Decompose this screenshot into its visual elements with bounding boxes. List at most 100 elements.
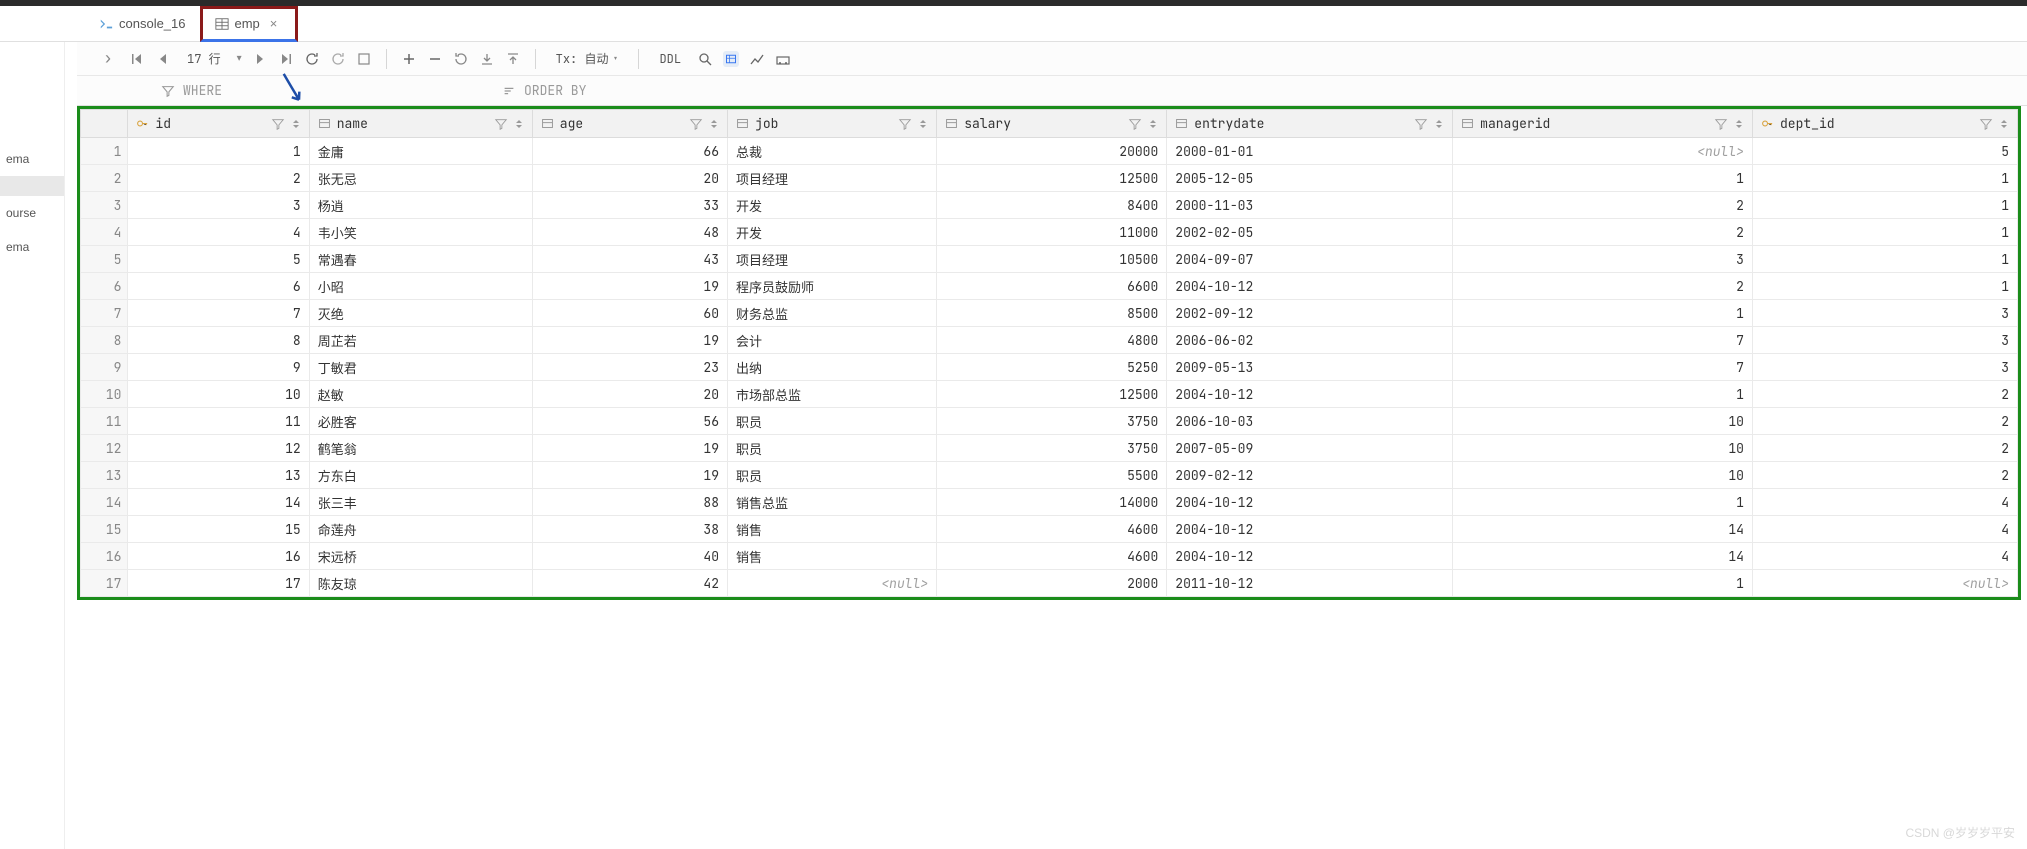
cell-managerid[interactable]: 14 (1453, 516, 1753, 543)
sidebar-item[interactable] (0, 176, 64, 196)
cell-dept_id[interactable]: 2 (1752, 462, 2017, 489)
cell-entrydate[interactable]: 2004-10-12 (1167, 273, 1453, 300)
cell-entrydate[interactable]: 2000-11-03 (1167, 192, 1453, 219)
column-header-age[interactable]: age (532, 110, 727, 138)
cell-id[interactable]: 8 (128, 327, 309, 354)
rownum-header[interactable] (81, 110, 128, 138)
cell-managerid[interactable]: 1 (1453, 381, 1753, 408)
cell-id[interactable]: 11 (128, 408, 309, 435)
cell-entrydate[interactable]: 2004-10-12 (1167, 489, 1453, 516)
cell-salary[interactable]: 10500 (937, 246, 1167, 273)
cell-managerid[interactable]: 2 (1453, 192, 1753, 219)
cell-id[interactable]: 1 (128, 138, 309, 165)
reload-icon[interactable] (304, 51, 320, 67)
next-page-icon[interactable] (252, 51, 268, 67)
cell-salary[interactable]: 12500 (937, 165, 1167, 192)
submit-icon[interactable] (505, 51, 521, 67)
cell-entrydate[interactable]: 2011-10-12 (1167, 570, 1453, 597)
cell-entrydate[interactable]: 2004-10-12 (1167, 516, 1453, 543)
cell-managerid[interactable]: 10 (1453, 435, 1753, 462)
cell-job[interactable]: <null> (728, 570, 937, 597)
cell-job[interactable]: 销售 (728, 543, 937, 570)
column-header-managerid[interactable]: managerid (1453, 110, 1753, 138)
cell-name[interactable]: 鹤笔翁 (309, 435, 532, 462)
stop-icon[interactable] (356, 51, 372, 67)
chart-icon[interactable] (749, 51, 765, 67)
cell-id[interactable]: 16 (128, 543, 309, 570)
cell-job[interactable]: 销售 (728, 516, 937, 543)
column-header-dept_id[interactable]: dept_id (1752, 110, 2017, 138)
cell-id[interactable]: 14 (128, 489, 309, 516)
cell-managerid[interactable]: 10 (1453, 408, 1753, 435)
cell-managerid[interactable]: 2 (1453, 219, 1753, 246)
cell-managerid[interactable]: 3 (1453, 246, 1753, 273)
cell-managerid[interactable]: 7 (1453, 327, 1753, 354)
table-row[interactable]: 44韦小笑48开发110002002-02-0521 (81, 219, 2018, 246)
cell-dept_id[interactable]: 4 (1752, 489, 2017, 516)
cell-name[interactable]: 韦小笑 (309, 219, 532, 246)
cell-id[interactable]: 9 (128, 354, 309, 381)
cell-salary[interactable]: 8400 (937, 192, 1167, 219)
cell-job[interactable]: 开发 (728, 192, 937, 219)
cell-dept_id[interactable]: <null> (1752, 570, 2017, 597)
cell-entrydate[interactable]: 2006-10-03 (1167, 408, 1453, 435)
cell-entrydate[interactable]: 2004-10-12 (1167, 381, 1453, 408)
cell-id[interactable]: 10 (128, 381, 309, 408)
cell-managerid[interactable]: 2 (1453, 273, 1753, 300)
cell-job[interactable]: 市场部总监 (728, 381, 937, 408)
cell-dept_id[interactable]: 4 (1752, 543, 2017, 570)
cell-id[interactable]: 12 (128, 435, 309, 462)
table-row[interactable]: 11金庸66总裁200002000-01-01<null>5 (81, 138, 2018, 165)
column-header-name[interactable]: name (309, 110, 532, 138)
cell-managerid[interactable]: 10 (1453, 462, 1753, 489)
cell-dept_id[interactable]: 3 (1752, 327, 2017, 354)
cell-dept_id[interactable]: 3 (1752, 354, 2017, 381)
cell-job[interactable]: 职员 (728, 462, 937, 489)
table-row[interactable]: 1717陈友琼42<null>20002011-10-121<null> (81, 570, 2018, 597)
cell-entrydate[interactable]: 2002-09-12 (1167, 300, 1453, 327)
cell-job[interactable]: 开发 (728, 219, 937, 246)
cell-entrydate[interactable]: 2007-05-09 (1167, 435, 1453, 462)
cell-name[interactable]: 陈友琼 (309, 570, 532, 597)
cell-age[interactable]: 38 (532, 516, 727, 543)
table-row[interactable]: 1515命莲舟38销售46002004-10-12144 (81, 516, 2018, 543)
column-header-id[interactable]: id (128, 110, 309, 138)
reload-auto-icon[interactable] (330, 51, 346, 67)
view-mode-icon[interactable] (723, 51, 739, 67)
cell-dept_id[interactable]: 3 (1752, 300, 2017, 327)
cell-managerid[interactable]: <null> (1453, 138, 1753, 165)
cell-salary[interactable]: 3750 (937, 408, 1167, 435)
cell-age[interactable]: 40 (532, 543, 727, 570)
cell-salary[interactable]: 4800 (937, 327, 1167, 354)
cell-job[interactable]: 出纳 (728, 354, 937, 381)
cell-entrydate[interactable]: 2005-12-05 (1167, 165, 1453, 192)
cell-job[interactable]: 财务总监 (728, 300, 937, 327)
cell-job[interactable]: 项目经理 (728, 165, 937, 192)
table-row[interactable]: 1010赵敏20市场部总监125002004-10-1212 (81, 381, 2018, 408)
cell-dept_id[interactable]: 1 (1752, 246, 2017, 273)
cell-job[interactable]: 职员 (728, 435, 937, 462)
cell-id[interactable]: 5 (128, 246, 309, 273)
cell-age[interactable]: 20 (532, 381, 727, 408)
cell-dept_id[interactable]: 2 (1752, 381, 2017, 408)
commit-icon[interactable] (479, 51, 495, 67)
cell-age[interactable]: 60 (532, 300, 727, 327)
cell-id[interactable]: 6 (128, 273, 309, 300)
cell-id[interactable]: 2 (128, 165, 309, 192)
cell-managerid[interactable]: 7 (1453, 354, 1753, 381)
cell-age[interactable]: 33 (532, 192, 727, 219)
cell-age[interactable]: 88 (532, 489, 727, 516)
cell-dept_id[interactable]: 1 (1752, 192, 2017, 219)
column-header-job[interactable]: job (728, 110, 937, 138)
expand-icon[interactable]: › (97, 48, 119, 69)
cell-managerid[interactable]: 1 (1453, 300, 1753, 327)
cell-managerid[interactable]: 1 (1453, 570, 1753, 597)
cell-name[interactable]: 周芷若 (309, 327, 532, 354)
cell-age[interactable]: 66 (532, 138, 727, 165)
cell-age[interactable]: 19 (532, 462, 727, 489)
cell-name[interactable]: 丁敏君 (309, 354, 532, 381)
cell-salary[interactable]: 20000 (937, 138, 1167, 165)
sidebar-item[interactable]: ourse (0, 196, 64, 230)
cell-name[interactable]: 必胜客 (309, 408, 532, 435)
revert-icon[interactable] (453, 51, 469, 67)
